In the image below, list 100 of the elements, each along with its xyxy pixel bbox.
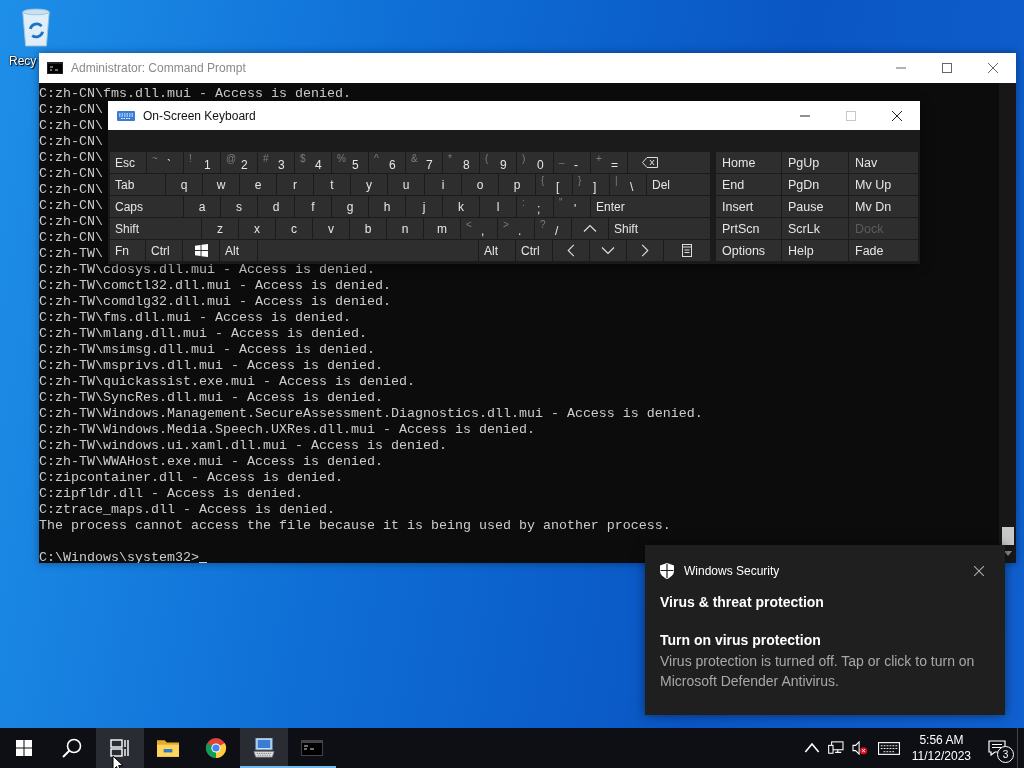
keyboard-key[interactable]: l (480, 196, 516, 217)
keyboard-key[interactable]: Mv Dn (849, 196, 918, 217)
keyboard-key[interactable]: u (388, 174, 424, 195)
keyboard-icon[interactable] (877, 741, 900, 755)
keyboard-key[interactable]: Enter (591, 196, 710, 217)
mouse-pointer-icon (112, 755, 124, 768)
keyboard-key[interactable]: j (406, 196, 442, 217)
keyboard-key[interactable]: q (166, 174, 202, 195)
keyboard-key[interactable]: Tab (110, 174, 165, 195)
keyboard-key[interactable]: r (277, 174, 313, 195)
keyboard-key[interactable]: Pause (782, 196, 848, 217)
scrollbar[interactable] (999, 83, 1016, 563)
keyboard-key[interactable]: Shift (110, 218, 201, 239)
keyboard-key[interactable]: n (387, 218, 423, 239)
keyboard-key[interactable]: Alt (479, 240, 515, 261)
command-prompt: C:\Windows\system32> (39, 550, 199, 563)
keyboard-key[interactable]: PrtScn (716, 218, 781, 239)
keyboard-key[interactable]: v (313, 218, 349, 239)
keyboard-key[interactable]: PgUp (782, 152, 848, 173)
keyboard-key[interactable] (628, 152, 710, 173)
keyboard-key[interactable]: % 5 (332, 152, 368, 173)
scrollbar-thumb[interactable] (1001, 527, 1014, 545)
keyboard-key[interactable]: Ctrl (146, 240, 182, 261)
keyboard-key[interactable]: c (276, 218, 312, 239)
keyboard-key[interactable]: o (462, 174, 498, 195)
keyboard-key[interactable]: End (716, 174, 781, 195)
keyboard-key[interactable]: > . (498, 218, 534, 239)
keyboard-key[interactable]: p (499, 174, 535, 195)
keyboard-key[interactable]: Alt (220, 240, 257, 261)
keyboard-key[interactable]: < , (461, 218, 497, 239)
keyboard-key[interactable]: Del (647, 174, 710, 195)
keyboard-key[interactable] (572, 218, 608, 239)
keyboard-key[interactable]: Insert (716, 196, 781, 217)
keyboard-key[interactable]: Esc (110, 152, 146, 173)
keyboard-key[interactable]: x (239, 218, 275, 239)
keyboard-key[interactable]: Nav (849, 152, 918, 173)
keyboard-key[interactable]: } ] (573, 174, 609, 195)
console-line: C:zh-TW\msprivs.dll.mui - Access is denied. (39, 358, 383, 374)
close-button[interactable] (971, 563, 987, 579)
keyboard-key[interactable] (664, 240, 710, 261)
keyboard-key[interactable]: z (202, 218, 238, 239)
keyboard-key[interactable]: ! 1 (184, 152, 220, 173)
keyboard-key[interactable]: Caps (110, 196, 183, 217)
taskbar-button[interactable] (240, 728, 288, 768)
keyboard-key[interactable]: g (332, 196, 368, 217)
recycle-bin-icon[interactable] (19, 8, 53, 48)
keyboard-key[interactable]: b (350, 218, 386, 239)
keyboard-key[interactable]: @ 2 (221, 152, 257, 173)
keyboard-key[interactable]: e (240, 174, 276, 195)
keyboard-key[interactable]: Ctrl (516, 240, 552, 261)
keyboard-key[interactable] (590, 240, 626, 261)
keyboard-icon (117, 110, 135, 121)
keyboard-key[interactable]: + = (591, 152, 627, 173)
taskbar-button[interactable] (96, 728, 144, 768)
keyboard-key[interactable]: Fn (110, 240, 145, 261)
keyboard-key[interactable]: | \ (610, 174, 646, 195)
keyboard-key[interactable]: ( 9 (480, 152, 516, 173)
keyboard-key[interactable]: ) 0 (517, 152, 553, 173)
keyboard-key[interactable]: f (295, 196, 331, 217)
keyboard-key[interactable]: Shift (609, 218, 710, 239)
keyboard-key[interactable]: w (203, 174, 239, 195)
keyboard-key[interactable]: h (369, 196, 405, 217)
keyboard-key[interactable]: y (351, 174, 387, 195)
keyboard-key[interactable]: { [ (536, 174, 572, 195)
keyboard-key[interactable] (183, 240, 219, 261)
network-icon[interactable] (827, 741, 844, 755)
keyboard-key[interactable]: ^ 6 (369, 152, 405, 173)
keyboard-key[interactable]: PgDn (782, 174, 848, 195)
chevron-up-icon[interactable] (803, 741, 820, 755)
keyboard-key[interactable]: t (314, 174, 350, 195)
keyboard-key[interactable]: : ; (517, 196, 553, 217)
keyboard-key[interactable]: i (425, 174, 461, 195)
muted-speaker-icon[interactable] (851, 741, 868, 755)
keyboard-key[interactable]: Mv Up (849, 174, 918, 195)
keyboard-key[interactable]: ScrLk (782, 218, 848, 239)
keyboard-key[interactable]: # 3 (258, 152, 294, 173)
keyboard-key[interactable]: * 8 (443, 152, 479, 173)
keyboard-key[interactable]: d (258, 196, 294, 217)
keyboard-key[interactable]: s (221, 196, 257, 217)
keyboard-key[interactable]: Fade (849, 240, 918, 261)
backspace-icon (642, 157, 658, 168)
notification-center-button[interactable]: 3 (977, 728, 1017, 768)
keyboard-key[interactable]: m (424, 218, 460, 239)
keyboard-key[interactable]: k (443, 196, 479, 217)
notification-card[interactable]: Windows Security Virus & threat protection Turn on virus protection Virus protection is turned off. Tap or click to turn on Microsoft Defender Antivirus. (645, 545, 1005, 715)
down-arrow-icon[interactable] (1003, 551, 1012, 557)
clock[interactable]: 5:56 AM 11/12/2023 (905, 732, 977, 764)
keyboard-key[interactable]: Options (716, 240, 781, 261)
keyboard-key[interactable]: _ - (554, 152, 590, 173)
keyboard-key[interactable]: " ' (554, 196, 590, 217)
keyboard-key[interactable]: Help (782, 240, 848, 261)
keyboard-key[interactable]: $ 4 (295, 152, 331, 173)
keyboard-key[interactable]: Home (716, 152, 781, 173)
keyboard-key[interactable]: ? / (535, 218, 571, 239)
console-line: C:zh-CN\ (39, 230, 103, 246)
console-line: C:zh-CN\ (39, 198, 103, 214)
keyboard-key[interactable]: ~ ` (147, 152, 183, 173)
windows-logo-icon (194, 244, 208, 257)
keyboard-key[interactable]: a (184, 196, 220, 217)
keyboard-key[interactable]: & 7 (406, 152, 442, 173)
